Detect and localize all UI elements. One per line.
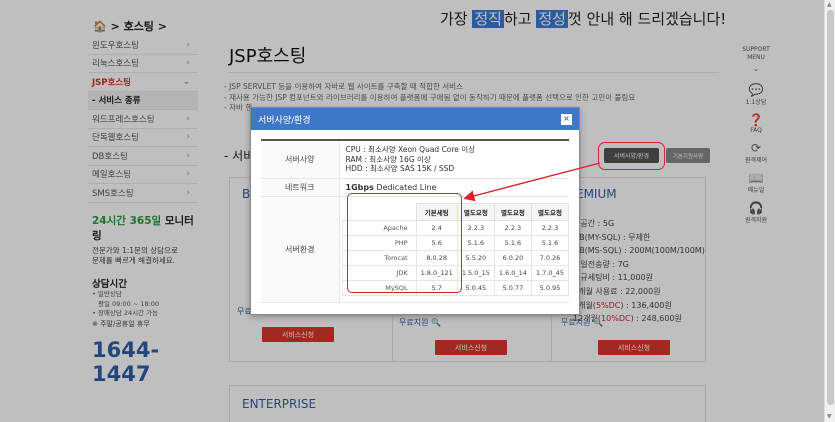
vertical-scrollbar[interactable]: ▲ ▼ (824, 0, 835, 422)
ram-spec: RAM : 최소사양 16G 이상 (345, 154, 431, 164)
version-col-header: 별도요청 (530, 202, 570, 221)
version-col-header: 별도요청 (493, 202, 532, 221)
version-col-header: 별도요청 (456, 202, 495, 221)
version-cell: 1.5.0_15 (456, 264, 495, 281)
dialog-title: 서버사양/환경 (258, 115, 311, 126)
scroll-thumb[interactable] (827, 10, 834, 405)
version-cell: 2.2.3 (456, 219, 495, 236)
version-cell: 2.2.3 (493, 219, 532, 236)
version-cell: 2.2.3 (530, 219, 570, 236)
spec-row-value: CPU : 최소사양 Xeon Quad Core 이상 RAM : 최소사양 … (339, 139, 569, 179)
version-cell: 5.0.95 (530, 279, 570, 296)
version-cell: 5.1.6 (493, 234, 532, 251)
close-icon[interactable]: × (561, 113, 572, 125)
version-cell: 5.0.77 (493, 279, 532, 296)
scroll-down-icon[interactable]: ▼ (827, 413, 832, 420)
dialog-header: 서버사양/환경 × (251, 108, 579, 130)
annotation-highlight-spec-button (598, 142, 665, 170)
version-cell: 5.1.6 (456, 234, 495, 251)
version-cell: 6.0.20 (493, 249, 532, 266)
version-cell: 1.7.0_45 (530, 264, 570, 281)
scroll-up-icon[interactable]: ▲ (827, 1, 832, 8)
spec-row-label: 네트워크 (261, 178, 340, 197)
spec-row-label: 서버사양 (261, 139, 340, 179)
spec-row-server: 서버사양 CPU : 최소사양 Xeon Quad Core 이상 RAM : … (261, 139, 569, 179)
version-cell: 5.5.20 (456, 249, 495, 266)
cpu-spec: CPU : 최소사양 Xeon Quad Core 이상 (345, 145, 476, 154)
spec-row-label: 서버환경 (261, 196, 340, 303)
annotation-highlight-default-versions (347, 193, 462, 293)
network-speed: 1Gbps (345, 182, 374, 192)
hdd-spec: HDD : 최소사양 SAS 15K / SSD (345, 164, 455, 173)
version-cell: 1.6.0_14 (493, 264, 532, 281)
page: 가장 정직 하고 정성 껏 안내 해 드리겠습니다! 🏠 > 호스팅 > 윈도우호스… (0, 0, 835, 422)
network-type: Dedicated Line (373, 182, 437, 192)
version-cell: 5.1.6 (530, 234, 570, 251)
version-cell: 5.0.45 (456, 279, 495, 296)
version-cell: 7.0.26 (530, 249, 570, 266)
